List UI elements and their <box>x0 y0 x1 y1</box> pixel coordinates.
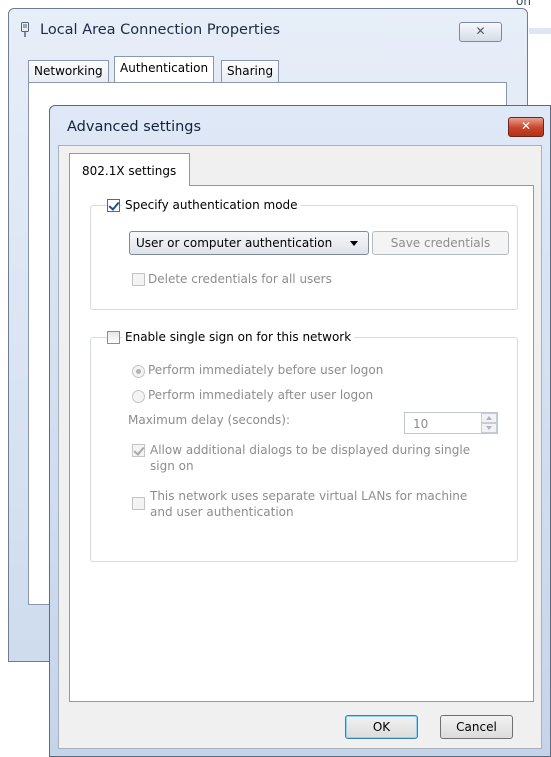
allow-additional-dialogs-label-line2: sign on <box>150 459 197 473</box>
tab-8021x-settings[interactable]: 802.1X settings <box>69 153 190 186</box>
save-credentials-button[interactable]: Save credentials <box>372 231 509 255</box>
separate-vlans-label-line2: and user authentication <box>150 505 297 519</box>
separate-vlans-checkbox[interactable] <box>132 497 145 510</box>
tab-networking[interactable]: Networking <box>28 60 109 82</box>
perform-before-logon-radio[interactable] <box>132 365 145 378</box>
max-delay-value: 10 <box>413 417 429 431</box>
enable-sso-checkbox[interactable] <box>107 331 120 344</box>
background-window-text: on <box>516 0 531 8</box>
tab-sharing[interactable]: Sharing <box>221 60 280 82</box>
perform-before-logon-label: Perform immediately before user logon <box>148 363 387 377</box>
delete-credentials-checkbox[interactable] <box>132 273 145 286</box>
perform-after-logon-label: Perform immediately after user logon <box>148 388 377 402</box>
perform-after-logon-radio[interactable] <box>132 390 145 403</box>
cancel-button[interactable]: Cancel <box>440 715 513 739</box>
allow-additional-dialogs-label-line1: Allow additional dialogs to be displayed… <box>150 443 474 457</box>
allow-additional-dialogs-checkbox[interactable] <box>132 444 145 457</box>
chevron-down-icon <box>350 241 358 246</box>
properties-close-button[interactable]: ✕ <box>459 22 502 42</box>
delete-credentials-label: Delete credentials for all users <box>148 272 335 286</box>
tab-authentication[interactable]: Authentication <box>114 56 215 83</box>
stepper-down-button[interactable] <box>481 423 497 433</box>
specify-auth-mode-checkbox[interactable] <box>107 199 120 212</box>
authentication-mode-select[interactable]: User or computer authentication <box>129 231 369 255</box>
properties-window-title: Local Area Connection Properties <box>40 22 281 38</box>
background-strip <box>529 28 551 34</box>
authentication-mode-group <box>90 205 518 310</box>
stepper-up-button[interactable] <box>481 413 497 423</box>
dialog-close-button[interactable]: ✕ <box>508 117 544 137</box>
separate-vlans-label-line1: This network uses separate virtual LANs … <box>150 489 471 503</box>
enable-sso-label: Enable single sign on for this network <box>122 330 355 344</box>
network-adapter-icon <box>21 22 29 37</box>
specify-auth-mode-label: Specify authentication mode <box>122 198 301 212</box>
dialog-title: Advanced settings <box>67 119 202 135</box>
max-delay-label: Maximum delay (seconds): <box>128 413 293 427</box>
ok-button[interactable]: OK <box>345 715 418 739</box>
